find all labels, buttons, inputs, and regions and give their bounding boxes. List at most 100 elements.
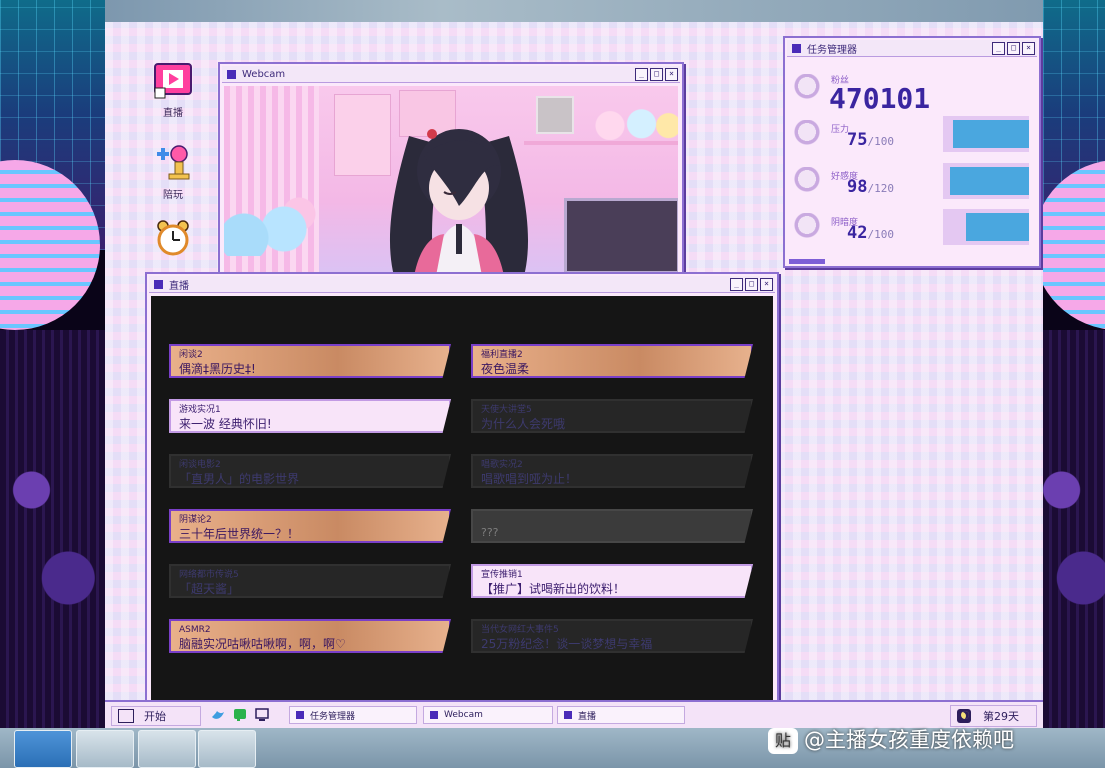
topic-title: 来一波 经典怀旧! <box>179 417 272 431</box>
topic-title: 三十年后世界统一？！ <box>179 527 300 541</box>
close-button[interactable]: × <box>760 277 773 291</box>
stream-topic-card[interactable]: 唱歌实况2 唱歌唱到哑为止！ <box>471 454 753 488</box>
stream-topic-card[interactable]: 当代女网红大事件5 25万粉纪念！谈一谈梦想与幸福 <box>471 619 753 653</box>
window-title: 任务管理器 <box>807 44 857 56</box>
taskbar-webcam[interactable]: Webcam <box>423 706 553 724</box>
window-title: Webcam <box>242 68 286 80</box>
stream-topic-card[interactable]: ASMR2 脑融实况咕啾咕啾啊，啊，啊♡ <box>169 619 451 653</box>
maximize-button[interactable]: □ <box>1007 41 1020 55</box>
minimize-button[interactable]: _ <box>730 277 743 291</box>
stream-topic-card[interactable]: 宣传推销1 【推广】试喝新出的饮料！ <box>471 564 753 598</box>
topic-title: 25万粉纪念！谈一谈梦想与幸福 <box>481 637 653 651</box>
followers-count: 470101 <box>829 82 931 115</box>
stress-value: 75/100 <box>847 130 894 150</box>
topic-title: 夜色温柔 <box>481 362 530 376</box>
steam-icon[interactable] <box>138 730 196 768</box>
maximize-button[interactable]: □ <box>745 277 758 291</box>
minimize-button[interactable]: _ <box>635 67 648 81</box>
topic-title: 偶滴‡黑历史‡! <box>179 362 256 376</box>
task-manager-titlebar[interactable]: 任务管理器 _ □ × <box>787 40 1037 57</box>
stream-topic-card[interactable]: 闲谈2 偶滴‡黑历史‡! <box>169 344 451 378</box>
topic-category: 阴谋论2 <box>179 515 212 525</box>
desktop-icon-label: 直播 <box>163 108 183 119</box>
maximize-button[interactable]: □ <box>650 67 663 81</box>
right-wallpaper <box>1043 0 1105 730</box>
stream-titlebar[interactable]: 直播 _ □ × <box>149 276 775 293</box>
paint-icon[interactable] <box>198 730 256 768</box>
stream-topic-list: 闲谈2 偶滴‡黑历史‡! 福利直播2 夜色温柔 游戏实况1 来一波 经典怀旧! … <box>151 296 773 702</box>
webcam-view <box>224 86 678 279</box>
chat-app-icon[interactable] <box>233 708 247 722</box>
topic-category: 网络都市传说5 <box>179 570 239 580</box>
window-footer-bar <box>789 259 825 264</box>
moon-icon <box>957 709 971 723</box>
topic-title: 「直男人」的电影世界 <box>179 472 300 486</box>
minimize-button[interactable]: _ <box>992 41 1005 55</box>
topic-category: 闲谈2 <box>179 350 203 360</box>
desktop-icon-stream[interactable]: 直播 <box>143 62 203 119</box>
stream-app-icon <box>154 63 192 99</box>
close-button[interactable]: × <box>1022 41 1035 55</box>
stream-topic-card[interactable]: 闲谈电影2 「直男人」的电影世界 <box>169 454 451 488</box>
close-button[interactable]: × <box>665 67 678 81</box>
avatar-icon <box>793 167 821 197</box>
topic-category: 福利直播2 <box>481 350 523 360</box>
task-manager-window[interactable]: 任务管理器 _ □ × 粉丝 470101 压力 75/100 好感度 98/1… <box>783 36 1041 268</box>
affection-meter-fill <box>950 167 1029 195</box>
webcam-window[interactable]: Webcam _ □ × <box>218 62 684 281</box>
desktop-icon-play[interactable]: 陪玩 <box>143 144 203 201</box>
stream-topic-card[interactable]: 游戏实况1 来一波 经典怀旧! <box>169 399 451 433</box>
affection-meter <box>943 163 1029 199</box>
game-character-icon[interactable] <box>76 730 134 768</box>
window-icon <box>154 279 163 289</box>
bird-social-icon[interactable] <box>211 708 225 722</box>
game-controller-icon <box>157 145 190 180</box>
window-icon <box>564 711 572 719</box>
topic-title: 脑融实况咕啾咕啾啊，啊，啊♡ <box>179 637 346 651</box>
stream-topic-card[interactable]: 阴谋论2 三十年后世界统一？！ <box>169 509 451 543</box>
avatar-icon <box>793 213 821 243</box>
darkness-meter-fill <box>966 213 1029 241</box>
left-wallpaper <box>0 0 105 730</box>
streamer-character <box>389 129 529 276</box>
affection-value: 98/120 <box>847 177 894 197</box>
window-title: 直播 <box>169 280 189 292</box>
stream-topic-card[interactable]: 网络都市传说5 「超天酱」 <box>169 564 451 598</box>
darkness-value: 42/100 <box>847 223 894 243</box>
watermark-text: @主播女孩重度依赖吧 <box>804 728 1014 752</box>
topic-category: 唱歌实况2 <box>481 460 523 470</box>
topic-title: 【推广】试喝新出的饮料！ <box>481 582 626 596</box>
topic-title: 「超天酱」 <box>179 582 240 596</box>
darkness-meter <box>943 209 1029 245</box>
task-label: 直播 <box>578 711 597 722</box>
start-menu-icon <box>118 709 134 723</box>
stream-topic-card[interactable]: 福利直播2 夜色温柔 <box>471 344 753 378</box>
taskbar-stream[interactable]: 直播 <box>557 706 685 724</box>
day-label: 第29天 <box>983 710 1019 723</box>
stream-topic-card[interactable]: 天使大讲堂5 为什么人会死哦 <box>471 399 753 433</box>
window-icon <box>227 69 236 79</box>
stress-meter <box>943 116 1029 152</box>
window-icon <box>430 711 438 719</box>
topic-category: 宣传推销1 <box>481 570 523 580</box>
stream-topic-card[interactable]: ??? <box>471 509 753 543</box>
taskbar-task-manager[interactable]: 任务管理器 <box>289 706 417 724</box>
avatar-icon <box>793 120 821 150</box>
stress-meter-fill <box>953 120 1029 148</box>
webcam-titlebar[interactable]: Webcam _ □ × <box>222 66 680 83</box>
desktop-icon-alarm[interactable] <box>143 219 203 261</box>
window-icon <box>296 711 304 719</box>
start-button[interactable]: 开始 <box>111 706 201 726</box>
game-desktop: 直播 陪玩 Webcam _ □ × 任务管理器 _ □ × 粉丝 470101… <box>105 22 1043 704</box>
topic-category: 闲谈电影2 <box>179 460 221 470</box>
topic-category: 游戏实况1 <box>179 405 221 415</box>
computer-icon[interactable] <box>255 708 269 722</box>
avatar-icon <box>793 74 821 104</box>
topic-category: ASMR2 <box>179 625 211 635</box>
windows-start-icon[interactable] <box>14 730 72 768</box>
start-label: 开始 <box>144 710 166 723</box>
topic-category: 天使大讲堂5 <box>481 405 532 415</box>
desktop-icon-label: 陪玩 <box>163 190 183 201</box>
watermark: 贴 @主播女孩重度依赖吧 <box>768 724 1014 754</box>
stream-window[interactable]: 直播 _ □ × 闲谈2 偶滴‡黑历史‡! 福利直播2 夜色温柔 游戏实况1 来… <box>145 272 779 704</box>
